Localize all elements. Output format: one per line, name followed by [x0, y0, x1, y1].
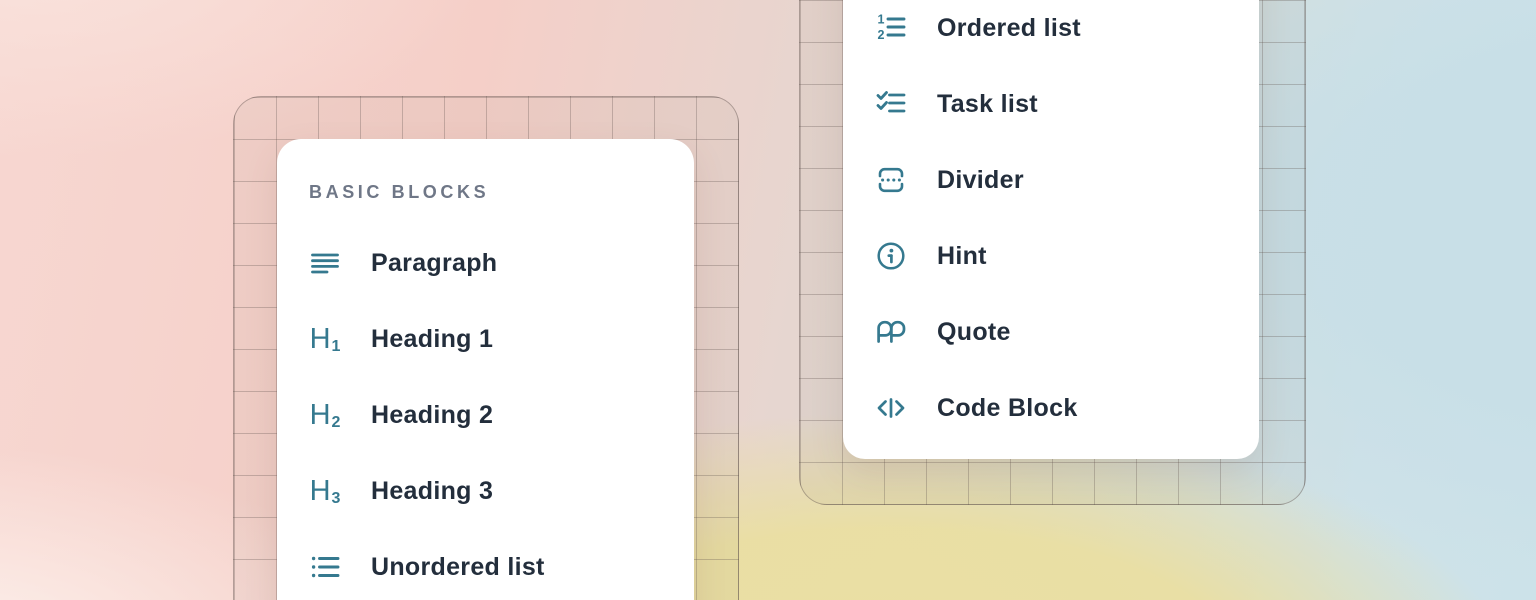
code-block-icon: [875, 392, 907, 424]
menu-item-label: Unordered list: [371, 553, 545, 582]
task-list-icon: [875, 88, 907, 120]
menu-item-code-block[interactable]: Code Block: [843, 370, 1259, 446]
menu-item-divider[interactable]: Divider: [843, 142, 1259, 218]
basic-blocks-menu-card: BASIC BLOCKS Paragraph H1 Heading 1 H2 H…: [277, 139, 694, 600]
hint-icon: [875, 240, 907, 272]
heading-3-icon: H3: [309, 475, 341, 507]
menu-section-header: BASIC BLOCKS: [277, 170, 694, 214]
menu-section-title: BASIC BLOCKS: [309, 182, 489, 203]
menu-item-label: Task list: [937, 90, 1038, 119]
svg-text:1: 1: [878, 13, 885, 27]
heading-1-icon: H1: [309, 323, 341, 355]
divider-icon: [875, 164, 907, 196]
menu-item-label: Heading 2: [371, 401, 493, 430]
unordered-list-icon: [309, 551, 341, 583]
menu-item-hint[interactable]: Hint: [843, 218, 1259, 294]
menu-item-label: Quote: [937, 318, 1011, 347]
paragraph-icon: [309, 247, 341, 279]
menu-item-label: Hint: [937, 242, 987, 271]
heading-2-icon: H2: [309, 399, 341, 431]
menu-item-heading-1[interactable]: H1 Heading 1: [277, 301, 694, 377]
canvas-background: BASIC BLOCKS Paragraph H1 Heading 1 H2 H…: [0, 0, 1536, 600]
ordered-list-icon: 1 2: [875, 12, 907, 44]
menu-item-task-list[interactable]: Task list: [843, 66, 1259, 142]
quote-icon: [875, 316, 907, 348]
menu-item-heading-2[interactable]: H2 Heading 2: [277, 377, 694, 453]
menu-item-label: Code Block: [937, 394, 1078, 423]
menu-item-unordered-list[interactable]: Unordered list: [277, 529, 694, 600]
menu-item-paragraph[interactable]: Paragraph: [277, 225, 694, 301]
menu-item-ordered-list[interactable]: 1 2 Ordered list: [843, 0, 1259, 66]
menu-item-quote[interactable]: Quote: [843, 294, 1259, 370]
menu-item-label: Heading 3: [371, 477, 493, 506]
menu-item-label: Ordered list: [937, 14, 1081, 43]
svg-text:2: 2: [878, 28, 885, 42]
menu-item-label: Paragraph: [371, 249, 497, 278]
menu-item-label: Heading 1: [371, 325, 493, 354]
blocks-menu-card-right: 1 2 Ordered list Task list: [843, 0, 1259, 459]
menu-item-label: Divider: [937, 166, 1024, 195]
menu-item-heading-3[interactable]: H3 Heading 3: [277, 453, 694, 529]
